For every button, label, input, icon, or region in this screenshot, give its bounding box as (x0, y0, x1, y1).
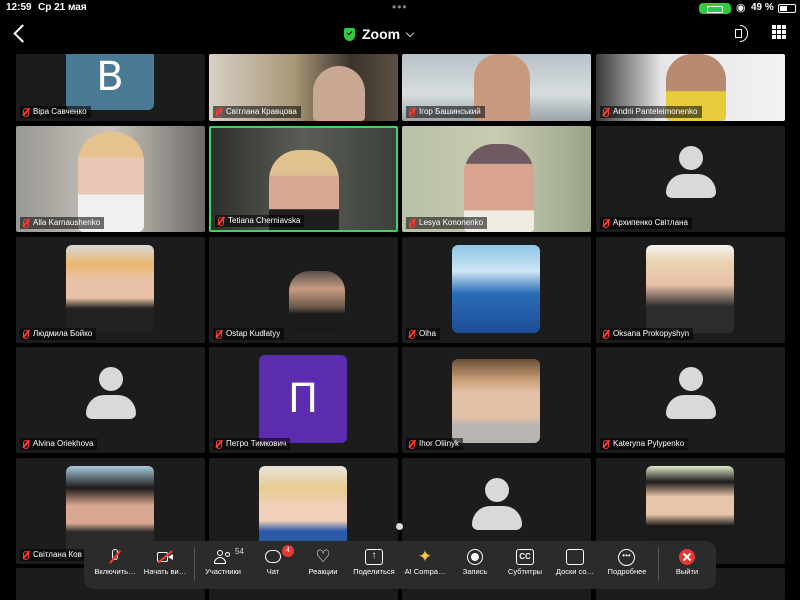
participant-photo (66, 245, 154, 333)
participant-name: Світлана Кравцова (213, 106, 301, 118)
participant-photo (646, 245, 734, 333)
whiteboard-icon (566, 549, 584, 565)
default-avatar-icon (666, 146, 716, 208)
participant-name: Andrii Panteleimonenko (600, 106, 702, 118)
participant-name: Kateryna Pylypenko (600, 438, 689, 450)
more-dots-icon: ••• (618, 549, 636, 566)
participant-name: Tetiana Cherniavska (215, 215, 305, 227)
battery-percent: 49 % (751, 2, 774, 13)
participant-name: Віра Савченко (20, 106, 91, 118)
reactions-button[interactable]: ♡ Реакции (294, 547, 352, 585)
participant-tile-active-speaker[interactable]: Tetiana Cherniavska (209, 126, 398, 232)
participant-tile[interactable]: В Віра Савченко (16, 54, 205, 121)
participant-name: Світлана Ков (20, 549, 86, 561)
participant-photo (452, 359, 540, 443)
default-avatar-icon (666, 367, 716, 429)
status-time: 12:59 (6, 2, 32, 13)
status-date: Ср 21 мая (38, 2, 87, 13)
participants-count: 54 (235, 547, 244, 556)
participant-name: Петро Тимкович (213, 438, 291, 450)
participant-tile[interactable]: Людмила Бойко (16, 237, 205, 343)
participant-tile[interactable]: Ostap Kudlatyy (209, 237, 398, 343)
start-video-button[interactable]: Начать ви… (136, 547, 194, 585)
chevron-down-icon (405, 28, 415, 37)
chat-bubble-icon (264, 549, 282, 565)
wifi-icon: ◉ (736, 2, 746, 14)
heart-icon: ♡ (315, 547, 331, 566)
participants-icon (214, 549, 232, 565)
captions-icon: CC (516, 549, 534, 565)
back-button[interactable] (10, 22, 30, 46)
participant-name: Oksana Prokopyshyn (600, 328, 694, 340)
participant-name: Alla Karnaushenko (20, 217, 105, 229)
participant-name: Alvina Oriekhova (20, 438, 98, 450)
participant-tile[interactable]: П Петро Тимкович (209, 347, 398, 453)
participant-face (313, 66, 365, 121)
participant-name: Людмила Бойко (20, 328, 97, 340)
battery-icon (778, 4, 796, 13)
speaker-icon[interactable] (734, 24, 752, 42)
default-avatar-icon (86, 367, 136, 429)
participant-tile[interactable]: Alvina Oriekhova (16, 347, 205, 453)
sparkle-icon: ✦ (417, 547, 433, 566)
status-bar: 12:59 Ср 21 мая ••• ◉ 49 % (0, 0, 800, 16)
default-avatar-icon (472, 478, 522, 540)
participant-name: Ігор Башинський (406, 106, 485, 118)
share-button[interactable]: ↑ Поделиться (345, 547, 403, 585)
participant-photo (452, 245, 540, 333)
participant-tile[interactable]: Olha (402, 237, 591, 343)
leave-x-icon (679, 549, 695, 565)
avatar-letter: В (66, 54, 154, 110)
meeting-toolbar: Включить… Начать ви… 54 Участники 4 Чат … (84, 541, 716, 589)
page-indicator-dot[interactable] (396, 523, 403, 530)
shield-check-icon (344, 27, 355, 41)
record-icon (466, 549, 484, 565)
participant-name: Ostap Kudlatyy (213, 328, 285, 340)
participant-tile[interactable]: Alla Karnaushenko (16, 126, 205, 232)
participant-tile[interactable]: Архипенко Світлана (596, 126, 785, 232)
participant-name: Ihor Oliinyk (406, 438, 464, 450)
participant-tile[interactable]: Ігор Башинський (402, 54, 591, 121)
participant-tile[interactable]: Lesya Kononenko (402, 126, 591, 232)
microphone-muted-icon (106, 549, 124, 565)
more-button[interactable]: ••• Подробнее (598, 547, 656, 585)
meeting-title-button[interactable]: Zoom (344, 24, 415, 44)
participant-name: Olha (406, 328, 440, 340)
participant-tile[interactable]: Kateryna Pylypenko (596, 347, 785, 453)
app-title: Zoom (362, 26, 401, 42)
chat-unread-badge: 4 (282, 545, 294, 557)
participant-photo (289, 271, 345, 331)
charging-indicator-icon (699, 3, 731, 14)
meeting-header: Zoom (0, 16, 800, 52)
grid-icon[interactable] (772, 25, 786, 39)
camera-off-icon (156, 549, 174, 565)
participant-tile[interactable]: Andrii Panteleimonenko (596, 54, 785, 121)
participant-name: Lesya Kononenko (406, 217, 488, 229)
participant-tile[interactable]: Oksana Prokopyshyn (596, 237, 785, 343)
share-screen-icon: ↑ (365, 549, 383, 565)
avatar-letter: П (259, 355, 347, 443)
whiteboards-button[interactable]: Доски со… (546, 547, 604, 585)
participant-tile[interactable]: Ihor Oliinyk (402, 347, 591, 453)
multitasking-dots-icon[interactable]: ••• (392, 0, 408, 14)
leave-button[interactable]: Выйти (658, 547, 716, 585)
participant-name: Архипенко Світлана (600, 217, 692, 229)
participant-tile[interactable]: Світлана Кравцова (209, 54, 398, 121)
